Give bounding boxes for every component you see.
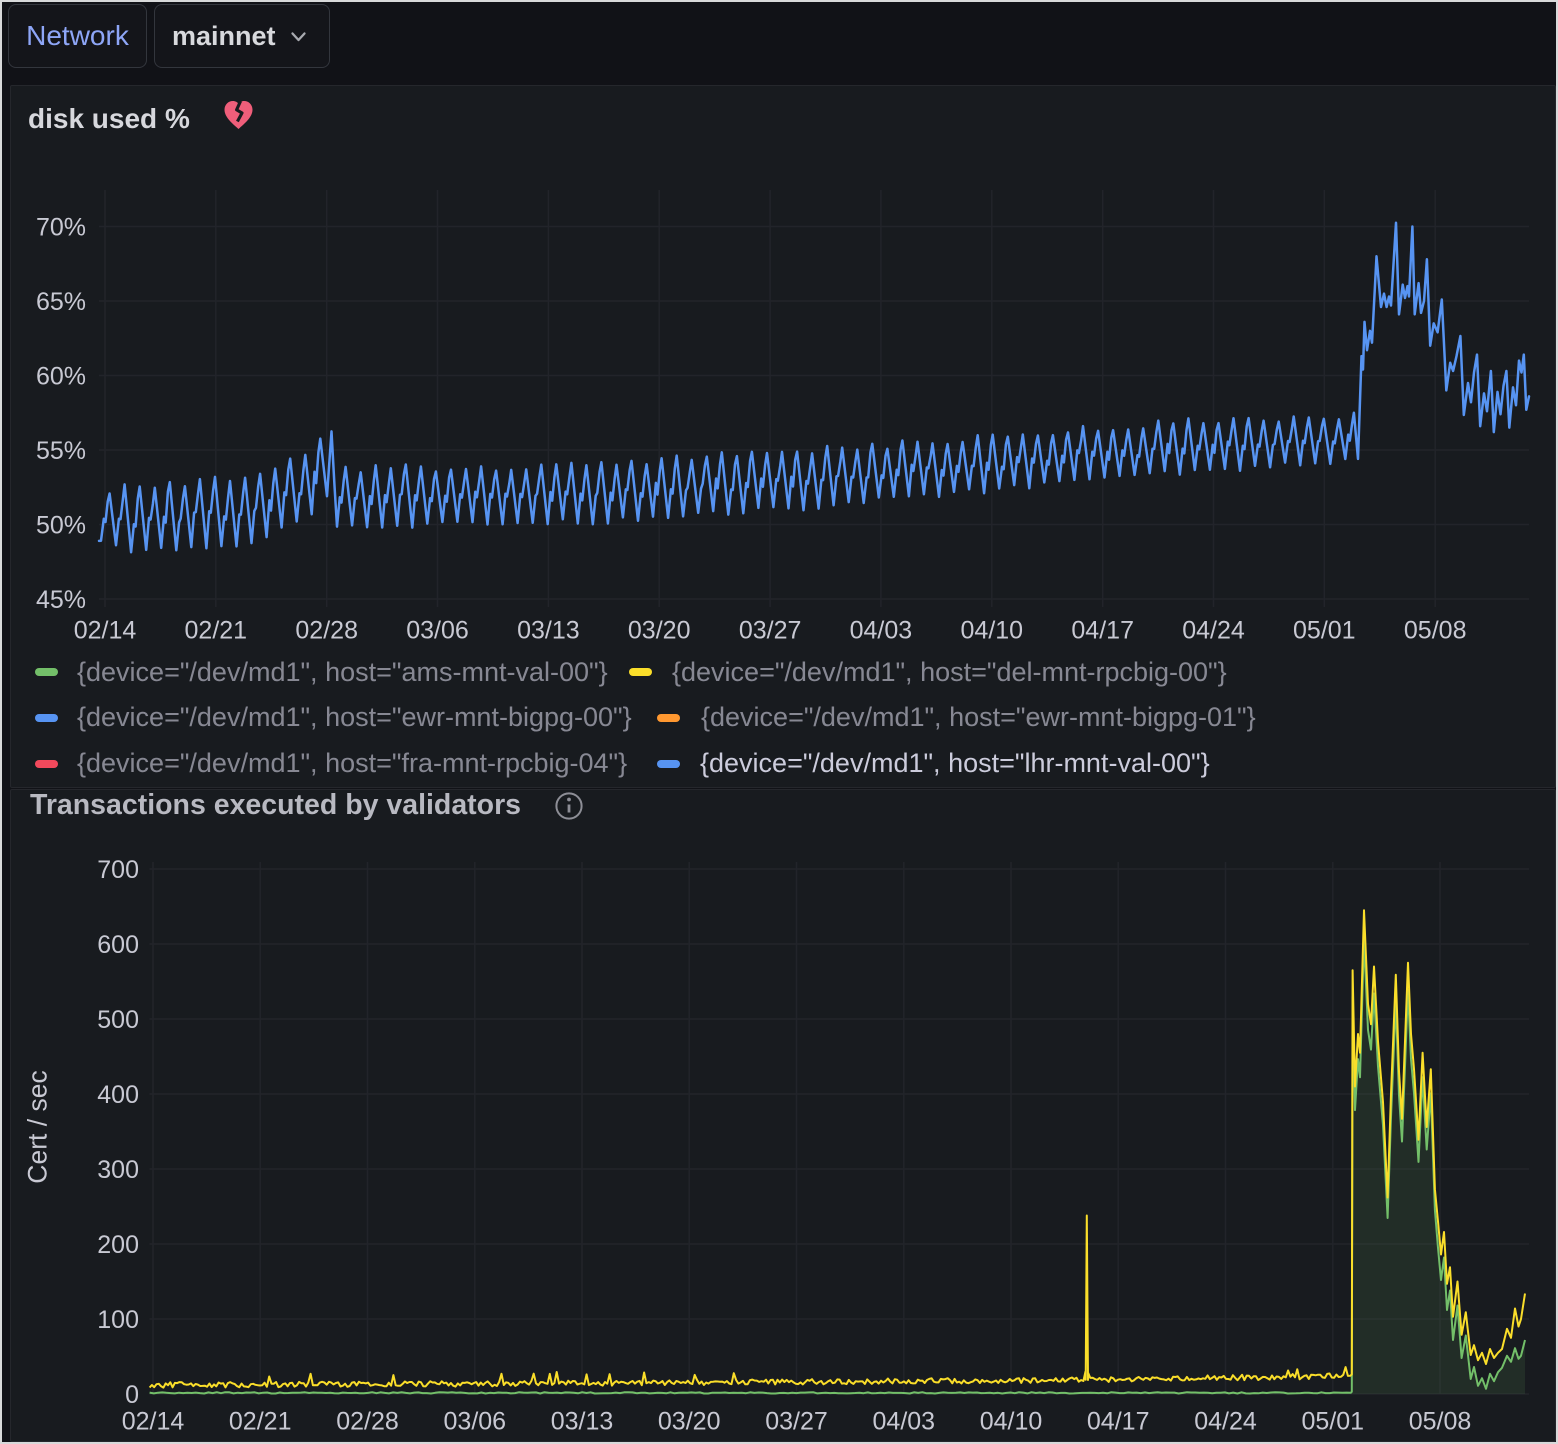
svg-text:05/01: 05/01 xyxy=(1293,617,1356,645)
svg-text:0: 0 xyxy=(125,1381,139,1409)
svg-text:03/20: 03/20 xyxy=(628,617,691,645)
svg-text:04/03: 04/03 xyxy=(850,617,913,645)
svg-text:03/27: 03/27 xyxy=(739,617,802,645)
svg-text:02/14: 02/14 xyxy=(122,1408,185,1436)
svg-text:03/06: 03/06 xyxy=(406,617,469,645)
svg-text:04/10: 04/10 xyxy=(980,1408,1043,1436)
svg-text:03/06: 03/06 xyxy=(444,1408,507,1436)
svg-text:04/24: 04/24 xyxy=(1194,1408,1257,1436)
svg-text:Cert / sec: Cert / sec xyxy=(23,1070,53,1183)
svg-text:05/01: 05/01 xyxy=(1302,1408,1365,1436)
svg-text:02/14: 02/14 xyxy=(74,617,137,645)
svg-text:100: 100 xyxy=(97,1306,139,1334)
svg-text:04/03: 04/03 xyxy=(873,1408,936,1436)
svg-text:300: 300 xyxy=(97,1156,139,1184)
svg-text:50%: 50% xyxy=(36,512,86,540)
svg-text:65%: 65% xyxy=(36,288,86,316)
svg-text:200: 200 xyxy=(97,1231,139,1259)
svg-text:02/21: 02/21 xyxy=(229,1408,292,1436)
svg-text:45%: 45% xyxy=(36,586,86,614)
svg-text:03/13: 03/13 xyxy=(517,617,580,645)
svg-text:02/21: 02/21 xyxy=(185,617,248,645)
svg-text:04/17: 04/17 xyxy=(1071,617,1134,645)
svg-text:70%: 70% xyxy=(36,214,86,242)
svg-text:700: 700 xyxy=(97,856,139,884)
svg-text:500: 500 xyxy=(97,1006,139,1034)
svg-text:03/27: 03/27 xyxy=(765,1408,828,1436)
svg-text:02/28: 02/28 xyxy=(295,617,358,645)
svg-text:400: 400 xyxy=(97,1081,139,1109)
svg-text:04/10: 04/10 xyxy=(961,617,1024,645)
svg-text:55%: 55% xyxy=(36,437,86,465)
svg-text:03/20: 03/20 xyxy=(658,1408,721,1436)
svg-text:04/17: 04/17 xyxy=(1087,1408,1150,1436)
svg-text:600: 600 xyxy=(97,931,139,959)
svg-text:05/08: 05/08 xyxy=(1409,1408,1472,1436)
svg-text:03/13: 03/13 xyxy=(551,1408,614,1436)
svg-text:04/24: 04/24 xyxy=(1182,617,1245,645)
svg-text:02/28: 02/28 xyxy=(336,1408,399,1436)
svg-text:05/08: 05/08 xyxy=(1404,617,1467,645)
svg-text:60%: 60% xyxy=(36,363,86,391)
